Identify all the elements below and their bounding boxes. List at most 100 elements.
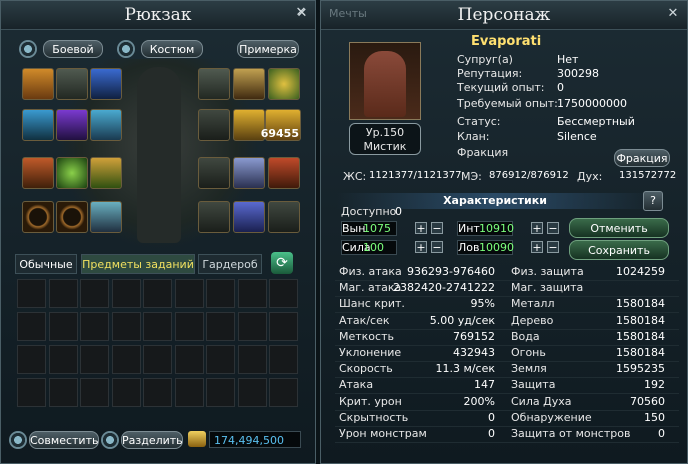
equip-slot[interactable]	[198, 68, 230, 100]
combat-mode-button[interactable]: Боевой	[43, 40, 103, 58]
inventory-slot[interactable]	[237, 279, 267, 308]
coin-icon	[188, 431, 206, 447]
equip-slot[interactable]	[268, 68, 300, 100]
equip-slot[interactable]	[233, 68, 265, 100]
inventory-grid	[17, 279, 301, 419]
equip-slot[interactable]: 69455	[261, 109, 301, 141]
inventory-slot[interactable]	[17, 345, 46, 374]
equip-slot[interactable]	[22, 157, 54, 189]
stat-amount: 432943	[453, 346, 495, 359]
inventory-slot[interactable]	[206, 279, 235, 308]
inventory-slot[interactable]	[80, 345, 109, 374]
inventory-slot[interactable]	[206, 312, 235, 341]
inventory-slot[interactable]	[48, 378, 78, 407]
tab-quest-items[interactable]: Предметы заданий	[81, 254, 195, 274]
inventory-slot[interactable]	[269, 279, 298, 308]
equip-slot[interactable]	[56, 109, 88, 141]
inventory-slot[interactable]	[143, 378, 172, 407]
inventory-slot[interactable]	[17, 312, 46, 341]
gear-icon[interactable]	[19, 40, 37, 58]
inventory-slot[interactable]	[111, 279, 141, 308]
stat-name: Обнаружение	[511, 410, 592, 424]
split-button[interactable]: Разделить	[121, 431, 183, 449]
inventory-slot[interactable]	[174, 345, 204, 374]
character-panel: Персонаж Мечты ✕ Ур.150 Мистик Evaporati…	[320, 0, 688, 464]
equip-slot[interactable]	[22, 109, 54, 141]
stat-amount: 1595235	[616, 362, 665, 376]
inventory-slot[interactable]	[237, 312, 267, 341]
equip-slot[interactable]	[22, 68, 54, 100]
inventory-slot[interactable]	[143, 345, 172, 374]
equip-slot[interactable]	[56, 201, 88, 233]
available-value: 0	[395, 205, 402, 218]
silhouette-figure	[137, 67, 181, 243]
stat-amount: 5.00 уд/сек	[429, 313, 495, 327]
equip-slot[interactable]	[22, 201, 54, 233]
minus-icon[interactable]: −	[431, 241, 443, 253]
equip-slot[interactable]	[198, 109, 230, 141]
inventory-slot[interactable]	[237, 345, 267, 374]
inventory-slot[interactable]	[17, 279, 46, 308]
cancel-button[interactable]: Отменить	[569, 218, 669, 238]
inventory-slot[interactable]	[269, 378, 298, 407]
plus-icon[interactable]: +	[415, 241, 427, 253]
tab-common[interactable]: Обычные	[15, 254, 77, 274]
equip-slot[interactable]	[233, 157, 265, 189]
plus-icon[interactable]: +	[415, 222, 427, 234]
equip-slot[interactable]	[90, 157, 122, 189]
inventory-slot[interactable]	[111, 312, 141, 341]
save-button[interactable]: Сохранить	[569, 240, 669, 260]
inventory-slot[interactable]	[48, 279, 78, 308]
inventory-slot[interactable]	[174, 312, 204, 341]
equip-slot[interactable]	[268, 201, 300, 233]
inventory-slot[interactable]	[48, 312, 78, 341]
costume-mode-button[interactable]: Костюм	[141, 40, 203, 58]
equip-slot[interactable]	[90, 68, 122, 100]
plus-icon[interactable]: +	[531, 241, 543, 253]
equip-slot[interactable]	[198, 201, 230, 233]
gear-icon[interactable]	[9, 431, 27, 449]
inventory-slot[interactable]	[237, 378, 267, 407]
minus-icon[interactable]: −	[547, 222, 559, 234]
inventory-slot[interactable]	[80, 279, 109, 308]
minus-icon[interactable]: −	[431, 222, 443, 234]
gear-icon[interactable]	[117, 40, 135, 58]
close-icon[interactable]: ✕	[666, 7, 680, 21]
inventory-slot[interactable]	[206, 378, 235, 407]
faction-button[interactable]: Фракция	[614, 149, 670, 167]
stat-name: Физ. защита	[511, 265, 584, 278]
equip-slot[interactable]	[198, 157, 230, 189]
inventory-slot[interactable]	[111, 378, 141, 407]
close-icon[interactable]: ✕	[294, 6, 308, 20]
hp-value: 1121377/1121377	[369, 170, 462, 181]
gear-icon[interactable]	[101, 431, 119, 449]
inventory-slot[interactable]	[206, 345, 235, 374]
inventory-slot[interactable]	[80, 312, 109, 341]
inventory-slot[interactable]	[48, 345, 78, 374]
help-button[interactable]: ?	[643, 191, 663, 211]
inventory-slot[interactable]	[143, 279, 172, 308]
equip-slot[interactable]	[56, 68, 88, 100]
refresh-icon[interactable]: ⟳	[271, 252, 293, 274]
equip-slot[interactable]	[56, 157, 88, 189]
inventory-slot[interactable]	[80, 378, 109, 407]
fitting-button[interactable]: Примерка	[237, 40, 299, 58]
combine-button[interactable]: Совместить	[29, 431, 99, 449]
inventory-slot[interactable]	[269, 345, 298, 374]
inventory-slot[interactable]	[269, 312, 298, 341]
stat-amount: 95%	[470, 297, 495, 311]
minus-icon[interactable]: −	[547, 241, 559, 253]
equip-slot[interactable]	[233, 201, 265, 233]
stat-name: Огонь	[511, 346, 546, 359]
inventory-slot[interactable]	[111, 345, 141, 374]
inventory-slot[interactable]	[143, 312, 172, 341]
equip-slot[interactable]	[90, 201, 122, 233]
plus-icon[interactable]: +	[531, 222, 543, 234]
backpack-panel: Рюкзак ✕ Боевой Костюм Примерка 69455 Об…	[0, 0, 316, 464]
equip-slot[interactable]	[90, 109, 122, 141]
inventory-slot[interactable]	[174, 378, 204, 407]
tab-wardrobe[interactable]: Гардероб	[198, 254, 262, 274]
inventory-slot[interactable]	[174, 279, 204, 308]
equip-slot[interactable]	[268, 157, 300, 189]
inventory-slot[interactable]	[17, 378, 46, 407]
